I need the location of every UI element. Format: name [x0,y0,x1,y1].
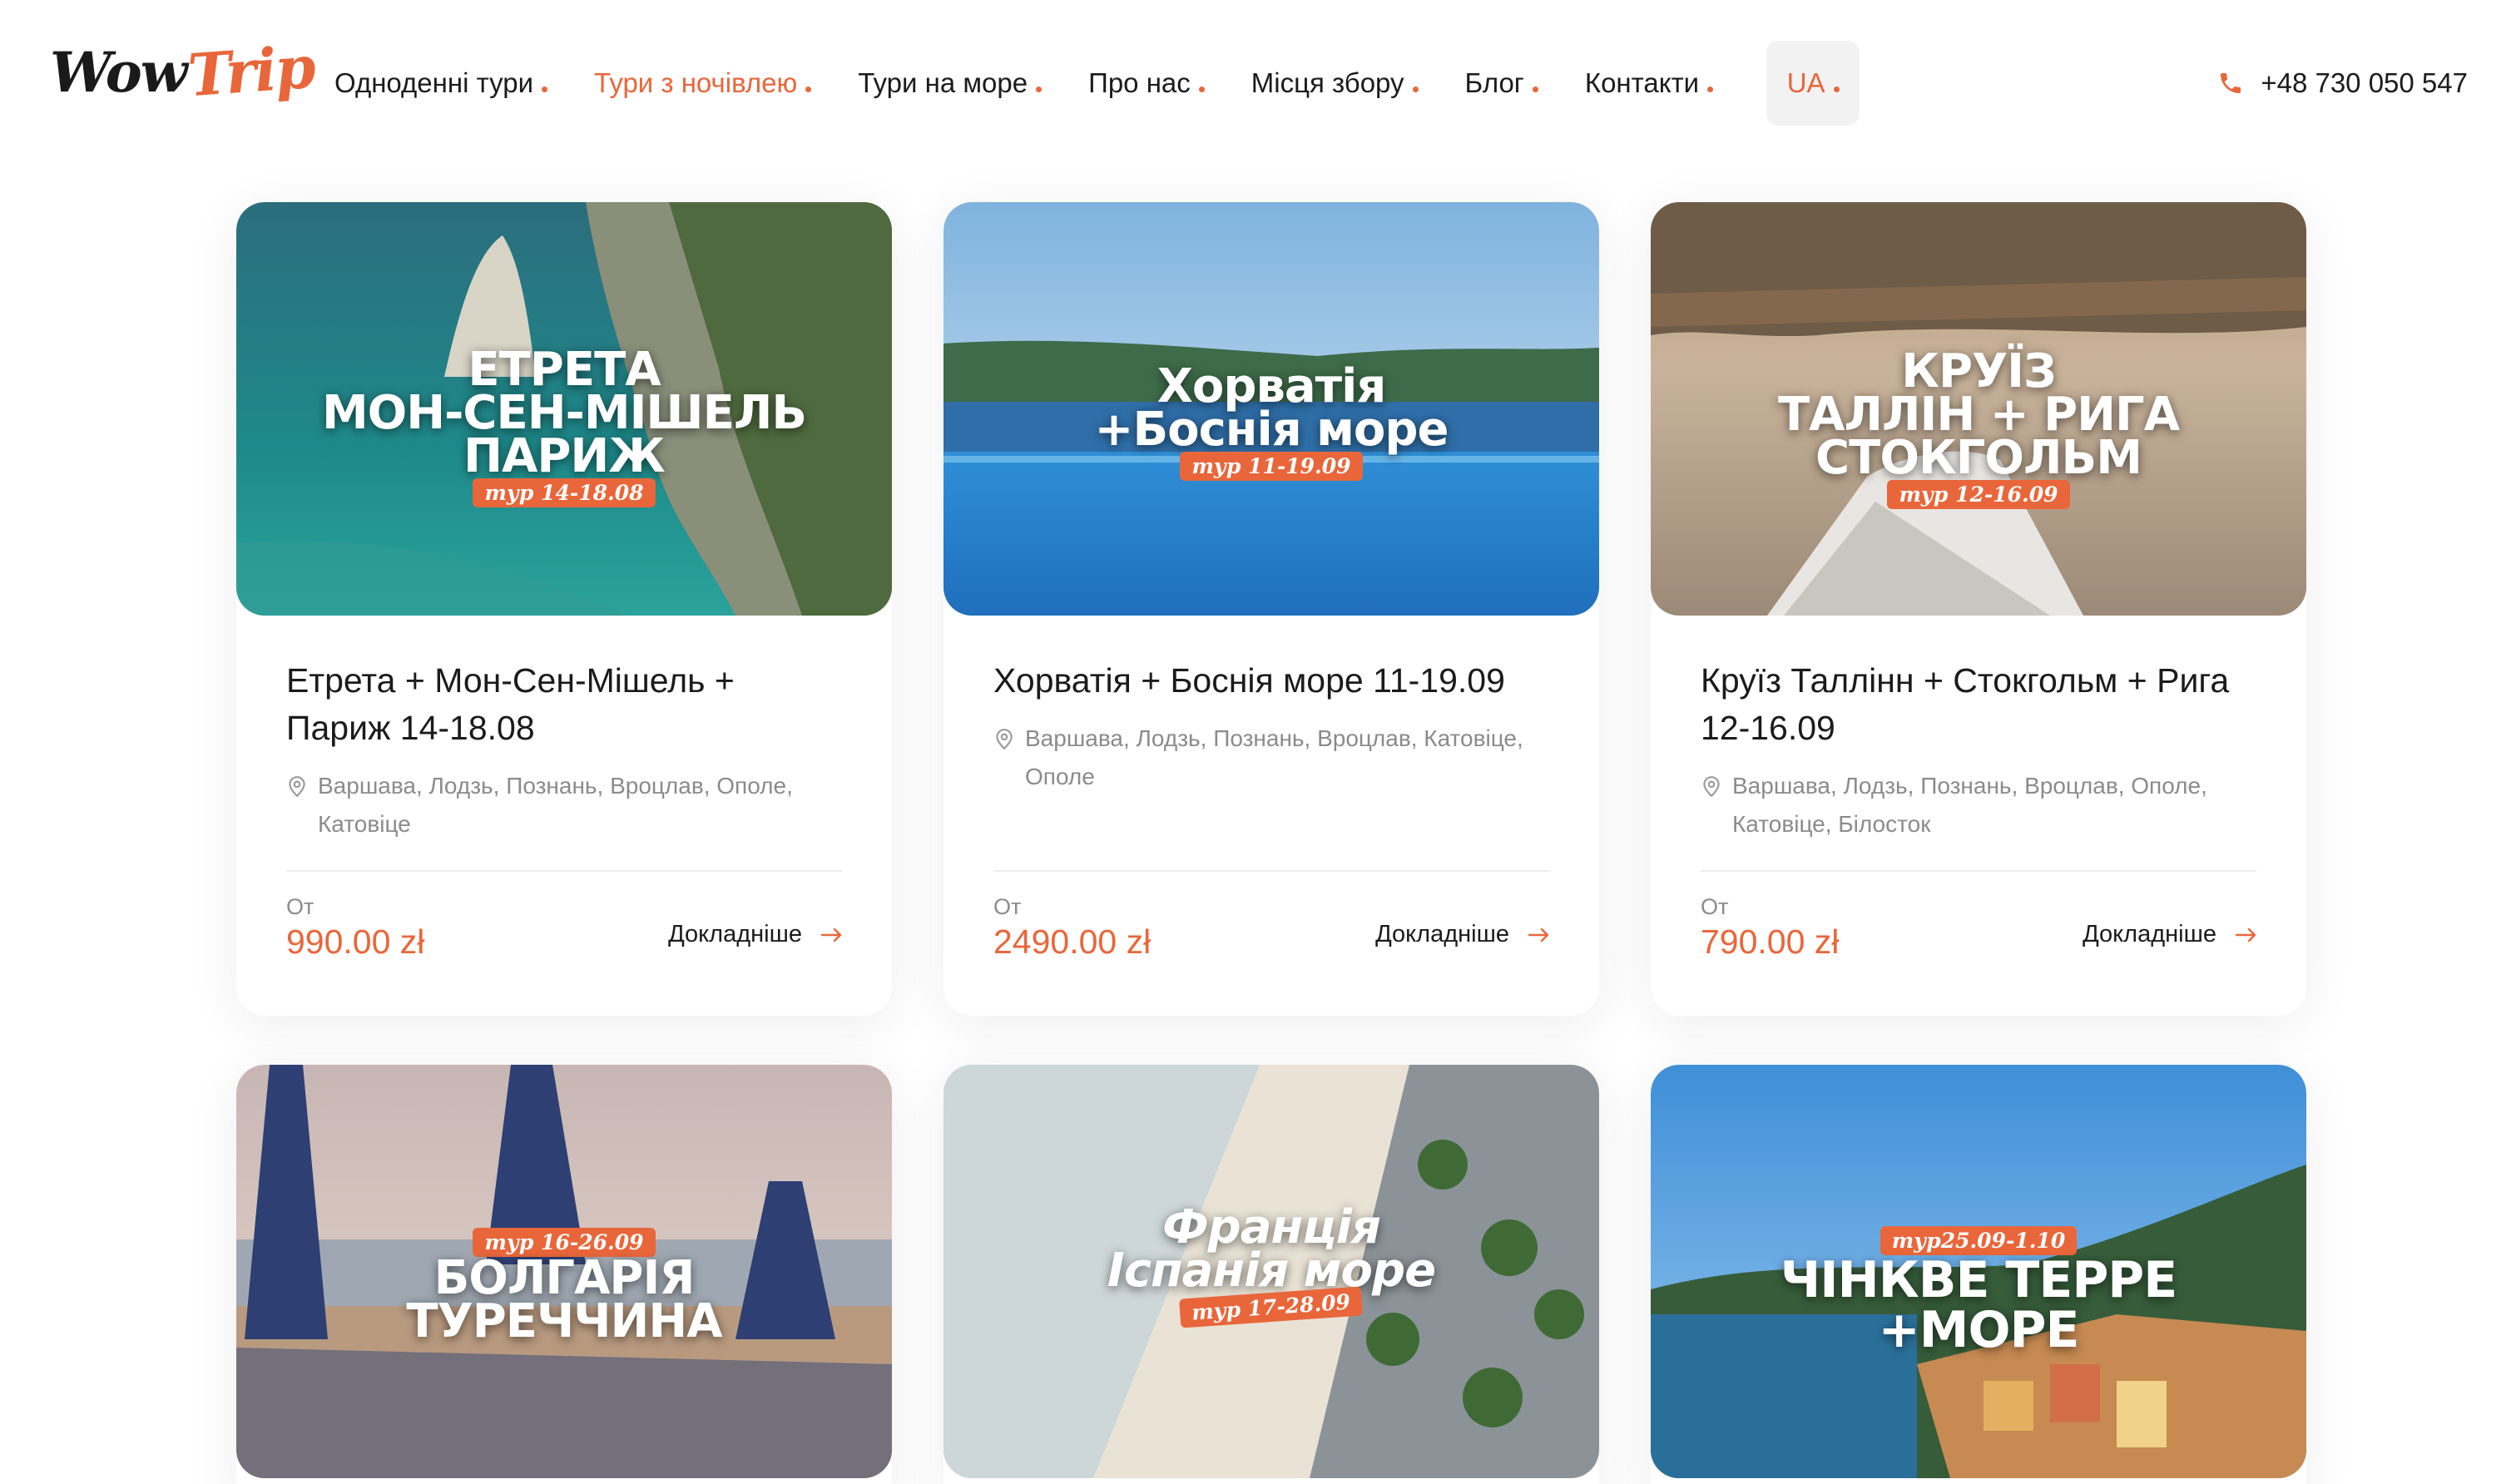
price-label: От [286,894,314,919]
image-date-tag: тур 12-16.09 [1887,480,2070,509]
main-nav: Одноденні тури Тури з ночівлею Тури на м… [334,40,1906,126]
nav-item-label: Одноденні тури [334,67,534,98]
image-caption: ЕТРЕТА МОН-СЕН-МІШЕЛЬ ПАРИЖ тур 14-18.08 [236,347,892,507]
nav-dot [1833,86,1840,92]
image-caption: КРУЇЗ ТАЛЛІН + РИГА СТОКГОЛЬМ тур 12-16.… [1651,349,2306,509]
tour-locations: Варшава, Лодзь, Познань, Вроцлав, Ополе,… [1701,767,2256,843]
phone-link[interactable]: +48 730 050 547 [2217,40,2468,126]
nav-item-meeting-points[interactable]: Місця збору [1251,67,1419,99]
tour-card[interactable]: КРУЇЗ ТАЛЛІН + РИГА СТОКГОЛЬМ тур 12-16.… [1651,202,2306,1016]
image-title-line: ПАРИЖ [463,429,666,483]
nav-item-sea-tours[interactable]: Тури на море [858,67,1043,99]
nav-item-label: Контакти [1584,67,1700,98]
price-label: От [993,894,1022,919]
tour-card[interactable]: Франція Іспанія море тур 17-28.09 [944,1065,1599,1484]
nav-dot [1532,86,1538,92]
logo[interactable]: Wow Trip [50,32,316,128]
language-switcher[interactable]: UA [1766,41,1860,126]
image-title-line: ЧІНКВЕ ТЕРРЕ [1780,1251,2178,1309]
tour-card[interactable]: тур 16-26.09 БОЛГАРІЯ ТУРЕЧЧИНА [236,1065,892,1484]
price-label: От [1701,894,1729,919]
image-caption: Франція Іспанія море тур 17-28.09 [944,1205,1599,1328]
tour-card[interactable]: ЕТРЕТА МОН-СЕН-МІШЕЛЬ ПАРИЖ тур 14-18.08… [236,202,892,1016]
arrow-right-icon [820,928,842,942]
card-body: Хорватія + Боснія море 11-19.09 Варшава,… [944,616,1599,796]
nav-dot [1412,86,1419,92]
tour-locations: Варшава, Лодзь, Познань, Вроцлав, Катові… [993,720,1549,796]
divider [993,870,1549,872]
card-body: Круїз Таллінн + Стокгольм + Рига 12-16.0… [1651,616,2306,843]
tour-price: 2490.00 zł [993,923,1152,961]
nav-item-label: Про нас [1088,67,1191,98]
more-label: Докладніше [668,921,802,947]
tour-card[interactable]: Хорватія +Боснія море тур 11-19.09 Хорва… [944,202,1599,1016]
nav-item-about[interactable]: Про нас [1088,67,1205,99]
tour-title[interactable]: Круїз Таллінн + Стокгольм + Рига 12-16.0… [1701,657,2256,752]
divider [1701,870,2256,872]
image-title-line: Іспанія море [1107,1244,1436,1298]
image-caption: тур 16-26.09 БОЛГАРІЯ ТУРЕЧЧИНА [236,1228,892,1348]
image-date-tag: тур 14-18.08 [473,478,656,507]
tour-image[interactable]: тур25.09-1.10 ЧІНКВЕ ТЕРРЕ +МОРЕ [1651,1065,2306,1478]
nav-item-blog[interactable]: Блог [1465,67,1538,99]
card-body: Етрета + Мон-Сен-Мішель + Париж 14-18.08… [236,616,892,843]
nav-item-overnight-tours[interactable]: Тури з ночівлею [594,67,812,99]
location-pin-icon [1703,776,1720,798]
image-title-line: +МОРЕ [1878,1301,2080,1359]
nav-item-one-day-tours[interactable]: Одноденні тури [334,67,548,99]
tour-price: 990.00 zł [286,923,425,961]
tour-price: 790.00 zł [1701,923,1840,961]
more-link[interactable]: Докладніше [668,921,844,948]
phone-number: +48 730 050 547 [2261,67,2468,98]
nav-item-label: Місця збору [1251,67,1404,98]
more-label: Докладніше [1375,921,1509,947]
locations-text: Варшава, Лодзь, Познань, Вроцлав, Ополе,… [1732,773,2207,837]
image-caption: тур25.09-1.10 ЧІНКВЕ ТЕРРЕ +МОРЕ [1651,1226,2306,1355]
tour-title[interactable]: Хорватія + Боснія море 11-19.09 [993,657,1549,705]
arrow-right-icon [1528,928,1549,942]
tour-image[interactable]: КРУЇЗ ТАЛЛІН + РИГА СТОКГОЛЬМ тур 12-16.… [1651,202,2306,616]
nav-dot [542,86,548,92]
more-link[interactable]: Докладніше [2083,921,2258,948]
site-header: Wow Trip Одноденні тури Тури з ночівлею … [0,0,2516,166]
image-caption: Хорватія +Боснія море тур 11-19.09 [944,364,1599,481]
tour-image[interactable]: Франція Іспанія море тур 17-28.09 [944,1065,1599,1478]
nav-dot [805,86,812,92]
logo-text-wow: Wow [50,40,188,105]
tour-locations: Варшава, Лодзь, Познань, Вроцлав, Ополе,… [286,767,842,843]
tour-image[interactable]: ЕТРЕТА МОН-СЕН-МІШЕЛЬ ПАРИЖ тур 14-18.08 [236,202,892,616]
more-link[interactable]: Докладніше [1375,921,1551,948]
image-date-tag: тур 11-19.09 [1180,452,1363,481]
tour-image[interactable]: тур 16-26.09 БОЛГАРІЯ ТУРЕЧЧИНА [236,1065,892,1478]
image-title-line: СТОКГОЛЬМ [1815,431,2142,485]
divider [286,870,842,872]
arrow-right-icon [2235,928,2256,942]
nav-item-label: Тури з ночівлею [594,67,798,98]
location-pin-icon [996,729,1013,750]
locations-text: Варшава, Лодзь, Познань, Вроцлав, Катові… [1025,725,1523,789]
more-label: Докладніше [2083,921,2216,947]
nav-dot [1707,86,1714,92]
language-label: UA [1786,67,1825,98]
tour-title[interactable]: Етрета + Мон-Сен-Мішель + Париж 14-18.08 [286,657,842,752]
locations-text: Варшава, Лодзь, Познань, Вроцлав, Ополе,… [318,773,793,837]
nav-item-label: Блог [1464,67,1524,98]
nav-dot [1198,86,1205,92]
nav-item-contacts[interactable]: Контакти [1584,67,1714,99]
image-title-line: ТУРЕЧЧИНА [406,1294,722,1348]
nav-item-label: Тури на море [858,67,1028,98]
image-title-line: +Боснія море [1094,403,1449,457]
tour-image[interactable]: Хорватія +Боснія море тур 11-19.09 [944,202,1599,616]
nav-dot [1036,86,1043,92]
location-pin-icon [289,776,305,798]
logo-text-trip: Trip [185,32,316,111]
tour-card[interactable]: тур25.09-1.10 ЧІНКВЕ ТЕРРЕ +МОРЕ [1651,1065,2306,1484]
phone-icon [2221,73,2241,93]
